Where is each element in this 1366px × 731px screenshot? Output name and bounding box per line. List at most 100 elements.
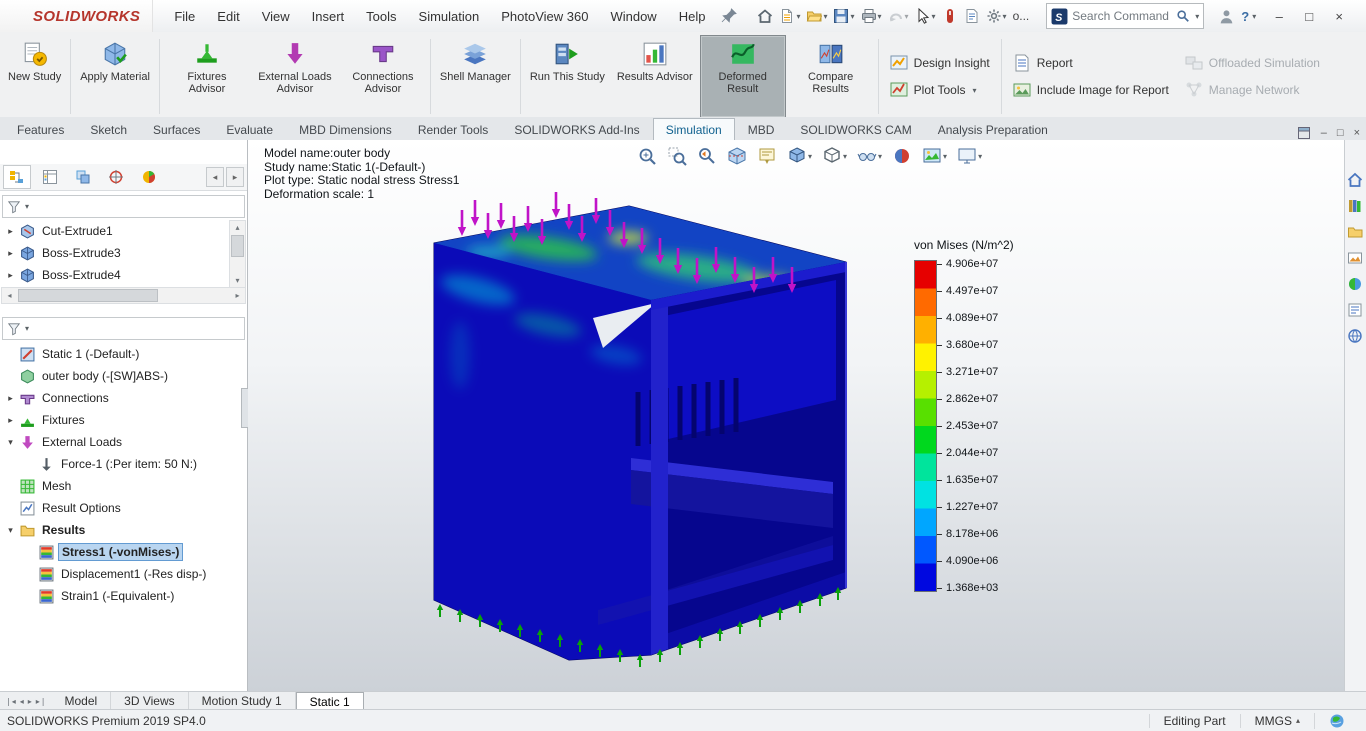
menu-edit[interactable]: Edit [206,4,250,29]
zoom-to-area-button[interactable] [666,145,688,167]
graphics-viewport[interactable]: Model name:outer body Study name:Static 1… [248,140,1345,692]
run-this-study-button[interactable]: Run This Study [525,35,610,118]
tab-scroll-right-icon[interactable]: ▸ [226,167,244,187]
doc-minimize-icon[interactable]: – [1321,127,1327,139]
view-orientation-button[interactable]: ▾ [786,145,813,167]
home-button[interactable] [754,6,776,26]
panel-tab-featuremanager[interactable] [3,165,31,189]
menu-simulation[interactable]: Simulation [408,4,491,29]
tree-item-fixtures[interactable]: ▸ Fixtures [0,409,247,431]
taskpane-view-palette-button[interactable] [1347,250,1364,267]
tab-features[interactable]: Features [4,118,77,140]
edit-appearance-button[interactable] [891,145,913,167]
status-globe-icon[interactable] [1329,713,1345,729]
new-document-button[interactable]: ▾ [776,6,803,26]
section-view-button[interactable] [726,145,748,167]
options-button[interactable]: ▾ [983,6,1010,26]
scroll-left-icon[interactable]: ◂ [2,289,17,302]
menu-tools[interactable]: Tools [355,4,407,29]
chevron-down-icon[interactable]: ▾ [878,152,882,161]
next-tab-icon[interactable]: ▸ [28,697,32,706]
tree-item[interactable]: ▸ Boss-Extrude3 [0,242,230,264]
taskpane-custom-properties-button[interactable] [1347,302,1364,319]
hide-show-items-button[interactable]: ▾ [856,145,883,167]
expander-icon[interactable]: ▸ [5,415,16,426]
tree-item-mesh[interactable]: Mesh [0,475,247,497]
tree-item-outer[interactable]: outer body (-[SW]ABS-) [0,365,247,387]
chevron-down-icon[interactable]: ▾ [843,152,847,161]
study-tree-filter[interactable]: ▾ [2,317,245,340]
taskpane-design-library-button[interactable] [1347,198,1364,215]
tab-mbd[interactable]: MBD [735,118,788,140]
connections-advisor-button[interactable]: Connections Advisor [340,35,426,118]
design-insight-button[interactable]: Design Insight [890,54,990,72]
menu-insert[interactable]: Insert [301,4,356,29]
chevron-down-icon[interactable]: ▾ [1003,12,1007,21]
file-properties-button[interactable] [961,6,983,26]
tab-surfaces[interactable]: Surfaces [140,118,213,140]
tree-item-force-1[interactable]: Force-1 (:Per item: 50 N:) [0,453,247,475]
prev-tab-icon[interactable]: ◂ [20,697,24,706]
tree-item-connections[interactable]: ▸ Connections [0,387,247,409]
undo-button[interactable]: ▾ [885,6,912,26]
shell-manager-button[interactable]: Shell Manager [435,35,516,118]
pin-icon[interactable] [720,7,738,25]
search-dropdown-icon[interactable]: ▾ [1195,12,1199,21]
panel-tab-propertymanager[interactable] [36,165,64,189]
tab-mbd-dimensions[interactable]: MBD Dimensions [286,118,405,140]
maximize-button[interactable]: □ [1294,4,1324,29]
compare-results-button[interactable]: Compare Results [788,35,874,118]
search-command-box[interactable]: S Search Command ▾ [1046,3,1205,29]
stress-model-3d[interactable] [248,140,1345,692]
tree-item[interactable]: ▸ Cut-Extrude1 [0,220,230,242]
chevron-down-icon[interactable]: ▾ [943,152,947,161]
expander-icon[interactable]: ▸ [5,248,16,259]
tree-item-results[interactable]: ▾ Results [0,519,247,541]
print-button[interactable]: ▾ [858,6,885,26]
units-dropdown-icon[interactable]: ▴ [1296,716,1300,725]
help-dropdown-icon[interactable]: ▾ [1252,12,1256,21]
doc-tab-3d-views[interactable]: 3D Views [111,692,189,710]
first-tab-icon[interactable]: ❘◂ [5,697,16,706]
tab-simulation[interactable]: Simulation [652,118,735,140]
minimize-button[interactable]: – [1264,4,1294,29]
chevron-down-icon[interactable]: ▾ [808,152,812,161]
scroll-up-icon[interactable]: ▴ [230,221,245,234]
scroll-down-icon[interactable]: ▾ [230,274,245,287]
options-overflow-button[interactable]: o... [1010,7,1033,25]
panel-tab-configurationmanager[interactable] [69,165,97,189]
results-advisor-button[interactable]: Results Advisor [612,35,698,118]
apply-material-button[interactable]: Apply Material [75,35,155,118]
menu-file[interactable]: File [163,4,206,29]
tab-render-tools[interactable]: Render Tools [405,118,502,140]
chevron-down-icon[interactable]: ▾ [978,152,982,161]
external-loads-advisor-button[interactable]: External Loads Advisor [252,35,338,118]
include-image-for-report-button[interactable]: Include Image for Report [1013,81,1169,99]
chevron-down-icon[interactable]: ▾ [972,86,976,95]
scroll-right-icon[interactable]: ▸ [230,289,245,302]
tree-item-static[interactable]: Static 1 (-Default-) [0,343,247,365]
filter-dropdown-icon[interactable]: ▾ [25,202,29,211]
tree-item-result[interactable]: Result Options [0,497,247,519]
menu-view[interactable]: View [251,4,301,29]
units-selector[interactable]: MMGS ▴ [1239,713,1314,728]
previous-view-button[interactable] [696,145,718,167]
tab-evaluate[interactable]: Evaluate [213,118,286,140]
search-input[interactable]: Search Command [1072,9,1172,23]
chevron-down-icon[interactable]: ▾ [905,12,909,21]
doc-close-icon[interactable]: × [1354,127,1360,139]
magnifier-icon[interactable] [1176,9,1190,23]
tab-analysis-preparation[interactable]: Analysis Preparation [925,118,1061,140]
menu-photoview-360[interactable]: PhotoView 360 [490,4,599,29]
expander-icon[interactable]: ▾ [5,525,16,536]
hscroll-thumb[interactable] [18,289,158,302]
panel-tab-displaymanager[interactable] [135,165,163,189]
doc-tab-motion-study-1[interactable]: Motion Study 1 [189,692,296,710]
view-settings-button[interactable]: ▾ [956,145,983,167]
last-tab-icon[interactable]: ▸❘ [36,697,47,706]
report-button[interactable]: Report [1013,54,1169,72]
feature-tree-filter[interactable]: ▾ [2,195,245,218]
user-icon[interactable] [1218,8,1235,25]
doc-tab-model[interactable]: Model [51,692,112,710]
tab-sketch[interactable]: Sketch [77,118,140,140]
